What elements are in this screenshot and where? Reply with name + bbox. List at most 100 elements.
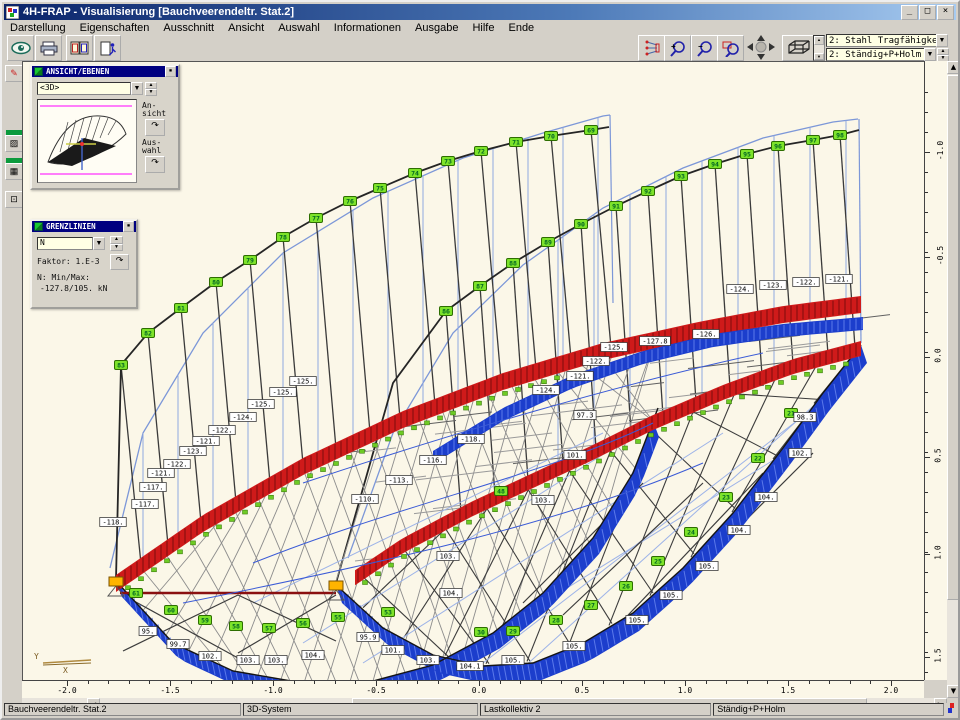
node-number: 95 bbox=[743, 151, 751, 159]
y-ruler-minor-tick bbox=[925, 132, 928, 133]
scroll-up-icon[interactable]: ▲ bbox=[947, 61, 960, 74]
value-label: -126. bbox=[695, 331, 716, 339]
deck-badge bbox=[425, 421, 430, 425]
ansicht-label-2: sicht bbox=[142, 109, 166, 118]
auswahl-apply-button[interactable]: ↷ bbox=[145, 156, 165, 173]
node-number: 80 bbox=[212, 279, 220, 287]
analysis-combo-drop-icon[interactable]: ▼ bbox=[936, 34, 948, 47]
grenzlinien-panel-titlebar[interactable]: GRENZLINIEN ▪ bbox=[32, 221, 136, 232]
ansicht-apply-button[interactable]: ↷ bbox=[145, 119, 165, 136]
close-button[interactable]: × bbox=[937, 5, 954, 20]
scroll-down-icon[interactable]: ▼ bbox=[947, 685, 960, 698]
exit-button[interactable] bbox=[94, 35, 121, 61]
value-label: -118. bbox=[102, 519, 123, 527]
manual-button[interactable] bbox=[66, 35, 93, 61]
node-number: 79 bbox=[246, 257, 254, 265]
y-ruler-minor-tick bbox=[925, 192, 928, 193]
vertical-scroll-thumb[interactable] bbox=[947, 75, 960, 600]
faktor-apply-button[interactable]: ↷ bbox=[110, 254, 129, 270]
auswahl-label-2: wahl bbox=[142, 146, 161, 155]
title-bar[interactable]: 4H-FRAP - Visualisierung [Bauchveerendel… bbox=[4, 4, 956, 20]
value-label: 99.7 bbox=[170, 641, 187, 649]
node-number: 29 bbox=[509, 628, 517, 636]
ansicht-panel-titlebar[interactable]: ANSICHT/EBENEN ▪ bbox=[32, 66, 178, 77]
deck-badge bbox=[818, 369, 823, 373]
y-ruler-minor-tick bbox=[925, 272, 928, 273]
view-eye-button[interactable] bbox=[7, 35, 34, 61]
minimize-button[interactable]: _ bbox=[901, 5, 918, 20]
axis-y-label: Y bbox=[34, 652, 39, 661]
y-ruler-minor-tick bbox=[925, 312, 928, 313]
view-combo-drop-icon[interactable]: ▼ bbox=[131, 82, 143, 95]
menu-item-ansicht[interactable]: Ansicht bbox=[228, 22, 264, 34]
zoom-window-button[interactable] bbox=[717, 35, 744, 61]
x-ruler-minor-tick bbox=[314, 681, 315, 684]
y-ruler-tick bbox=[925, 257, 930, 258]
ansicht-panel-close-icon[interactable]: ▪ bbox=[165, 66, 176, 77]
zoom-out-button[interactable]: − bbox=[691, 35, 718, 61]
view-combo[interactable]: <3D> bbox=[37, 82, 131, 95]
node-number: 97 bbox=[809, 137, 817, 145]
maximize-button[interactable]: □ bbox=[919, 5, 936, 20]
ansicht-ebenen-panel[interactable]: ANSICHT/EBENEN ▪ <3D> ▼ ▲▼ An- sicht ↷ A… bbox=[30, 64, 180, 190]
mini-scrollbar[interactable]: ▲ ▼ bbox=[813, 35, 825, 61]
loadcase-spinner[interactable]: ▲▼ bbox=[937, 48, 949, 61]
support-badge[interactable] bbox=[109, 577, 123, 586]
y-ruler-minor-tick bbox=[925, 332, 928, 333]
menu-item-ende[interactable]: Ende bbox=[508, 22, 534, 34]
status-cell-3: Ständig+P+Holm bbox=[713, 703, 944, 716]
deck-badge bbox=[519, 496, 524, 500]
select-structure-button[interactable] bbox=[638, 35, 665, 61]
menu-item-auswahl[interactable]: Auswahl bbox=[278, 22, 320, 34]
deck-badge bbox=[295, 480, 300, 484]
mini-titlebar bbox=[6, 130, 22, 135]
deck-badge bbox=[490, 396, 495, 400]
app-icon bbox=[6, 6, 19, 19]
component-spinner[interactable]: ▲▼ bbox=[110, 236, 123, 251]
node-number: 91 bbox=[612, 203, 620, 211]
values-icon: ⊡ bbox=[10, 194, 18, 204]
menu-item-darstellung[interactable]: Darstellung bbox=[10, 22, 66, 34]
y-ruler-minor-tick bbox=[925, 352, 928, 353]
value-label: -125. bbox=[272, 389, 293, 397]
node-number: 25 bbox=[654, 558, 662, 566]
value-label: -121. bbox=[150, 470, 171, 478]
loadcase-combo-drop-icon[interactable]: ▼ bbox=[924, 48, 936, 61]
menu-item-ausgabe[interactable]: Ausgabe bbox=[415, 22, 458, 34]
x-ruler-minor-tick bbox=[706, 681, 707, 684]
deck-badge bbox=[399, 431, 404, 435]
y-ruler-tick bbox=[925, 657, 930, 658]
deck-badge bbox=[451, 411, 456, 415]
component-combo[interactable]: N bbox=[37, 237, 93, 250]
print-button[interactable] bbox=[35, 35, 62, 61]
mini-panel-values[interactable]: ⊡ bbox=[5, 191, 23, 208]
grenzlinien-panel-close-icon[interactable]: ▪ bbox=[123, 221, 134, 232]
x-ruler-minor-tick bbox=[417, 681, 418, 684]
y-ruler-label: 0.5 bbox=[934, 448, 943, 462]
zoom-in-button[interactable]: + bbox=[664, 35, 691, 61]
loadcase-combo[interactable]: 2: Ständig+P+Holm bbox=[826, 48, 936, 61]
menu-item-hilfe[interactable]: Hilfe bbox=[472, 22, 494, 34]
analysis-combo[interactable]: 2: Stahl Tragfähigkeit (Th. 2. O bbox=[826, 34, 948, 47]
post bbox=[148, 333, 168, 545]
value-label: -125. bbox=[603, 344, 624, 352]
view-spinner[interactable]: ▲▼ bbox=[145, 82, 157, 95]
deck-badge bbox=[412, 426, 417, 430]
mini-panel-hatch[interactable]: ▨ bbox=[5, 135, 23, 152]
vertical-scrollbar[interactable]: ▲ ▼ bbox=[947, 61, 960, 698]
redline-tool-button[interactable]: ✎ bbox=[5, 65, 23, 82]
menu-item-eigenschaften[interactable]: Eigenschaften bbox=[80, 22, 150, 34]
mini-panel-grid[interactable]: ▦ bbox=[5, 163, 23, 180]
post bbox=[747, 154, 762, 376]
pan-control[interactable] bbox=[744, 34, 778, 61]
menu-item-ausschnitt[interactable]: Ausschnitt bbox=[163, 22, 214, 34]
status-bar: Bauchveerendeltr. Stat.23D-SystemLastkol… bbox=[4, 703, 956, 716]
view-3d-button[interactable] bbox=[782, 35, 814, 61]
component-combo-drop-icon[interactable]: ▼ bbox=[93, 237, 105, 250]
support-badge[interactable] bbox=[329, 581, 343, 590]
grenzlinien-panel[interactable]: GRENZLINIEN ▪ N ▼ ▲▼ Faktor: 1.E-3 ↷ N: … bbox=[30, 219, 138, 309]
menu-item-informationen[interactable]: Informationen bbox=[334, 22, 401, 34]
deck-badge bbox=[636, 440, 641, 444]
node-number: 30 bbox=[477, 629, 485, 637]
view-preview[interactable] bbox=[37, 99, 137, 183]
